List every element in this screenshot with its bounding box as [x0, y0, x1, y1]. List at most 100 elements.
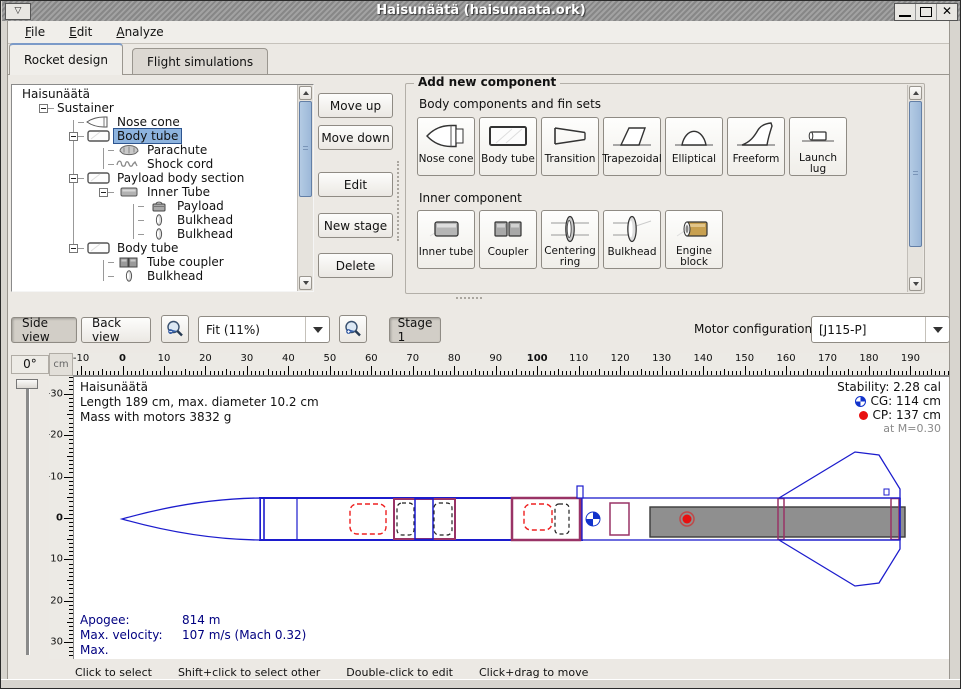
component-elliptical-button[interactable]: Elliptical [665, 117, 723, 176]
motor-configuration-combo[interactable]: [J115-P] [811, 316, 950, 343]
tree-item-inner-tube[interactable]: Inner Tube [13, 185, 297, 199]
component-coupler-button[interactable]: Coupler [479, 210, 537, 269]
tree-item-tube-coupler[interactable]: Tube coupler [13, 255, 297, 269]
minimize-button[interactable] [895, 4, 915, 20]
tree-item-body-tube[interactable]: Body tube [13, 129, 297, 143]
zoom-level-value: Fit (11%) [199, 323, 305, 337]
stat-max-acceleration: Max. acceleration:49.8 m/s² [80, 643, 306, 659]
component-transition-button[interactable]: Transition [541, 117, 599, 176]
side-view-button[interactable]: Side view [11, 317, 77, 343]
component-engine-block-button[interactable]: Engine block [665, 210, 723, 269]
tree-item-sustainer[interactable]: Sustainer [13, 101, 297, 115]
expander-icon[interactable] [99, 188, 108, 197]
bulkhead-icon [144, 214, 174, 226]
tree-item-label: Bulkhead [144, 269, 206, 283]
tree-item-bulkhead[interactable]: Bulkhead [13, 213, 297, 227]
fin-shape[interactable] [779, 452, 900, 498]
component-inner-tube-button[interactable]: Inner tube [417, 210, 475, 269]
move-down-button[interactable]: Move down [318, 125, 393, 150]
component-body-tube-button[interactable]: Body tube [479, 117, 537, 176]
maximize-button[interactable] [915, 4, 936, 20]
nosecone-icon [84, 116, 114, 128]
edit-button[interactable]: Edit [318, 172, 393, 197]
tree-item-label: Sustainer [54, 101, 117, 115]
menu-file[interactable]: File [15, 23, 55, 41]
tree-item-label: Haisunäätä [19, 87, 93, 101]
tree-item-haisun-t[interactable]: Haisunäätä [13, 87, 297, 101]
ruler-label: 180 [859, 353, 878, 364]
tree-item-payload-body-section[interactable]: Payload body section [13, 171, 297, 185]
back-view-button[interactable]: Back view [81, 317, 151, 343]
scroll-down-icon[interactable] [299, 276, 312, 290]
tree-item-payload[interactable]: Payload [13, 199, 297, 213]
tree-item-nose-cone[interactable]: Nose cone [13, 115, 297, 129]
ruler-label: 0 [119, 353, 126, 364]
nose-cone-shape[interactable] [122, 498, 260, 540]
delete-button[interactable]: Delete [318, 253, 393, 278]
expander-icon[interactable] [69, 174, 78, 183]
zoom-level-combo[interactable]: Fit (11%) [198, 316, 330, 343]
tree-item-bulkhead[interactable]: Bulkhead [13, 227, 297, 241]
ruler-label: 40 [282, 353, 295, 364]
status-hint: Click to select [75, 666, 152, 679]
component-scrollbar[interactable] [907, 85, 923, 292]
scroll-thumb[interactable] [909, 101, 922, 247]
rocket-canvas[interactable]: Haisunäätä Length 189 cm, max. diameter … [73, 376, 951, 659]
vertical-ruler: -30-20-100102030 [49, 376, 73, 659]
rotation-slider-handle[interactable] [16, 379, 38, 389]
menu-edit[interactable]: Edit [59, 23, 102, 41]
tree-item-label: Inner Tube [144, 185, 213, 199]
component-tree[interactable]: HaisunäätäSustainerNose coneBody tubePar… [11, 84, 314, 292]
menu-analyze[interactable]: Analyze [106, 23, 173, 41]
scroll-thumb[interactable] [299, 101, 312, 197]
zoom-out-button[interactable] [161, 315, 189, 343]
move-up-button[interactable]: Move up [318, 93, 393, 118]
window-controls: ✕ [894, 3, 958, 21]
side-view-label: Side view [22, 316, 66, 344]
tree-item-body-tube[interactable]: Body tube [13, 241, 297, 255]
tree-scrollbar[interactable] [297, 85, 313, 291]
new-stage-button[interactable]: New stage [318, 213, 393, 238]
tree-item-label: Nose cone [114, 115, 183, 129]
component-freeform-button[interactable]: Freeform [727, 117, 785, 176]
component-launch-lug-button[interactable]: Launch lug [789, 117, 847, 176]
expander-icon[interactable] [69, 244, 78, 253]
component-nose-cone-button[interactable]: Nose cone [417, 117, 475, 176]
launch-lug-shape[interactable] [577, 486, 583, 498]
vertical-splitter[interactable] [397, 161, 402, 241]
title-bar[interactable]: ▽ Haisunäätä (haisunaata.ork) ✕ [2, 1, 960, 22]
tree-item-parachute[interactable]: Parachute [13, 143, 297, 157]
component-bulkhead-button[interactable]: Bulkhead [603, 210, 661, 269]
component-centering-ring-button[interactable]: Centering ring [541, 210, 599, 269]
tree-item-bulkhead[interactable]: Bulkhead [13, 269, 297, 283]
rotation-slider[interactable] [26, 383, 30, 655]
payload-icon [144, 200, 174, 212]
horizontal-splitter[interactable] [456, 297, 482, 302]
component-label: Elliptical [672, 154, 716, 165]
button-label: Edit [344, 178, 367, 192]
close-button[interactable]: ✕ [936, 4, 957, 20]
scroll-down-icon[interactable] [909, 277, 922, 291]
expander-icon[interactable] [69, 132, 78, 141]
bulkhead-icon [144, 228, 174, 240]
component-label: Launch lug [790, 153, 846, 175]
fin-shape[interactable] [779, 540, 900, 586]
ruler-label: 170 [818, 353, 837, 364]
expander-icon[interactable] [39, 104, 48, 113]
tree-item-shock-cord[interactable]: Shock cord [13, 157, 297, 171]
rocket-info: Haisunäätä Length 189 cm, max. diameter … [80, 380, 319, 425]
tab-flight-simulations[interactable]: Flight simulations [132, 48, 268, 75]
scroll-up-icon[interactable] [909, 86, 922, 100]
stage-1-toggle[interactable]: Stage 1 [389, 317, 441, 343]
ruler-label: 30 [50, 637, 63, 648]
stability-value: Stability: 2.28 cal [837, 380, 941, 394]
ruler-label: 30 [241, 353, 254, 364]
stat-max-velocity: Max. velocity:107 m/s (Mach 0.32) [80, 628, 306, 643]
component-trapezoidal-button[interactable]: Trapezoidal [603, 117, 661, 176]
tab-rocket-design[interactable]: Rocket design [9, 43, 123, 75]
component-label: Body tube [481, 154, 535, 165]
tree-item-label: Bulkhead [174, 227, 236, 241]
scroll-up-icon[interactable] [299, 86, 312, 100]
zoom-in-button[interactable] [339, 315, 367, 343]
button-label: Delete [336, 259, 375, 273]
